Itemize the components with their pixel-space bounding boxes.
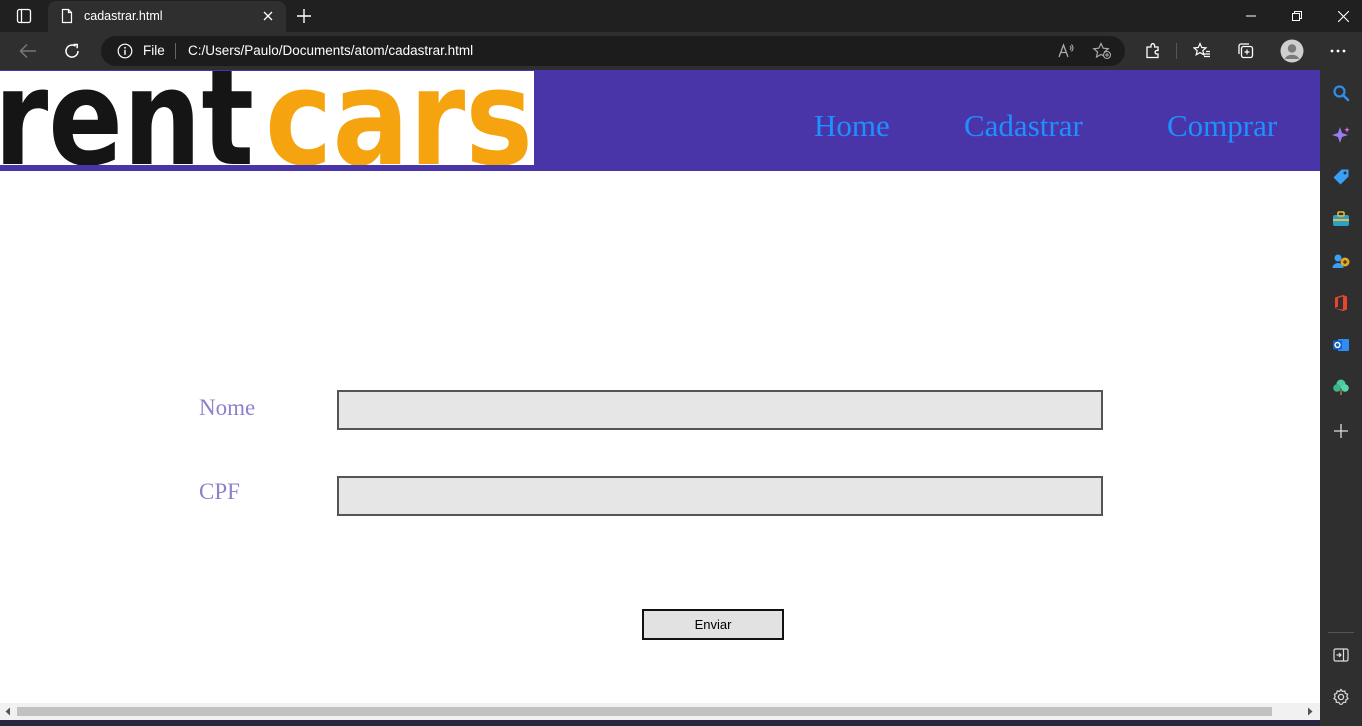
- plus-icon: [297, 9, 311, 23]
- puzzle-icon: [1146, 43, 1159, 59]
- favorites-button[interactable]: [1186, 35, 1218, 67]
- tab-title: cadastrar.html: [84, 9, 163, 23]
- tools-icon: [1333, 211, 1349, 226]
- copilot-icon: [1332, 127, 1350, 143]
- browser-toolbar: File C:/Users/Paulo/Documents/atom/cadas…: [0, 32, 1362, 70]
- logo-text-cars: cars: [265, 71, 533, 165]
- split-screen-icon: [1333, 648, 1349, 662]
- nav-cadastrar-link[interactable]: Cadastrar: [964, 108, 1083, 144]
- nav-home-link[interactable]: Home: [814, 108, 890, 144]
- close-icon: [1337, 10, 1349, 22]
- address-separator: [175, 43, 176, 59]
- name-input[interactable]: [337, 390, 1103, 430]
- toolbar-separator: [1176, 43, 1177, 59]
- settings-icon: [1333, 688, 1349, 705]
- window-close-button[interactable]: [1320, 0, 1362, 32]
- sidebar-outlook-button[interactable]: [1330, 334, 1352, 356]
- sidebar-tree-button[interactable]: [1330, 376, 1352, 398]
- edge-sidebar: [1320, 70, 1362, 726]
- cpf-label: CPF: [199, 479, 240, 504]
- logo-text-rent: rent: [0, 71, 254, 165]
- profile-button[interactable]: [1276, 35, 1308, 67]
- sidebar-split-screen-button[interactable]: [1330, 644, 1352, 666]
- sidebar-office-button[interactable]: [1330, 292, 1352, 314]
- submit-button[interactable]: Enviar: [642, 609, 784, 640]
- shopping-tag-icon: [1333, 169, 1349, 185]
- tab-close-button[interactable]: [260, 8, 276, 24]
- add-favorite-icon[interactable]: [1092, 42, 1112, 60]
- tab-strip: cadastrar.html: [0, 0, 1362, 32]
- window-bottom-edge: [0, 720, 1362, 726]
- refresh-button[interactable]: [56, 35, 88, 67]
- site-header: rent cars Home Cadastrar Comprar: [0, 70, 1320, 171]
- sidebar-tools-button[interactable]: [1330, 208, 1352, 230]
- scroll-left-icon[interactable]: [4, 707, 12, 716]
- outlook-icon: [1333, 339, 1349, 351]
- sidebar-search-button[interactable]: [1330, 82, 1352, 104]
- extensions-button[interactable]: [1137, 35, 1169, 67]
- close-icon: [263, 11, 273, 21]
- horizontal-scrollbar[interactable]: [0, 703, 1320, 720]
- back-button[interactable]: [12, 35, 44, 67]
- minimize-button[interactable]: [1228, 0, 1274, 32]
- page-viewport: rent cars Home Cadastrar Comprar Nome CP…: [0, 70, 1320, 720]
- name-label: Nome: [199, 395, 256, 420]
- settings-menu-button[interactable]: [1322, 35, 1354, 67]
- file-icon: [61, 8, 73, 24]
- cpf-input[interactable]: [337, 476, 1103, 516]
- read-aloud-icon[interactable]: [1057, 42, 1075, 60]
- add-icon: [1334, 424, 1348, 438]
- address-url[interactable]: C:/Users/Paulo/Documents/atom/cadastrar.…: [188, 43, 473, 58]
- rentcars-logo[interactable]: rent cars: [0, 71, 534, 165]
- avatar: [1280, 39, 1304, 63]
- back-arrow-icon: [19, 43, 36, 59]
- sidebar-games-button[interactable]: [1330, 250, 1352, 272]
- sidebar-add-button[interactable]: [1330, 420, 1352, 442]
- sidebar-copilot-button[interactable]: [1330, 124, 1352, 146]
- active-tab[interactable]: cadastrar.html: [48, 1, 286, 32]
- address-bar[interactable]: File C:/Users/Paulo/Documents/atom/cadas…: [101, 36, 1125, 66]
- nav-comprar-link[interactable]: Comprar: [1167, 108, 1277, 144]
- logo-image: rent cars: [0, 71, 533, 165]
- office-icon: [1335, 295, 1347, 311]
- favorites-icon: [1193, 42, 1210, 58]
- collections-button[interactable]: [1230, 35, 1262, 67]
- scrollbar-thumb[interactable]: [17, 707, 1272, 716]
- sidebar-settings-button[interactable]: [1330, 686, 1352, 708]
- restore-button[interactable]: [1274, 0, 1320, 32]
- info-icon[interactable]: [117, 43, 133, 59]
- tab-actions-button[interactable]: [8, 4, 40, 28]
- sidebar-separator: [1328, 632, 1354, 633]
- search-icon: [1333, 85, 1350, 102]
- scroll-right-icon[interactable]: [1306, 707, 1314, 716]
- new-tab-button[interactable]: [292, 4, 316, 28]
- minimize-icon: [1246, 15, 1256, 17]
- collections-icon: [1238, 43, 1254, 59]
- games-icon: [1332, 254, 1350, 268]
- refresh-icon: [65, 43, 79, 58]
- tab-actions-icon: [16, 8, 32, 24]
- restore-icon: [1292, 11, 1302, 21]
- tree-icon: [1333, 379, 1349, 395]
- more-icon: [1330, 49, 1346, 53]
- address-scheme: File: [143, 43, 165, 58]
- sidebar-shopping-button[interactable]: [1330, 166, 1352, 188]
